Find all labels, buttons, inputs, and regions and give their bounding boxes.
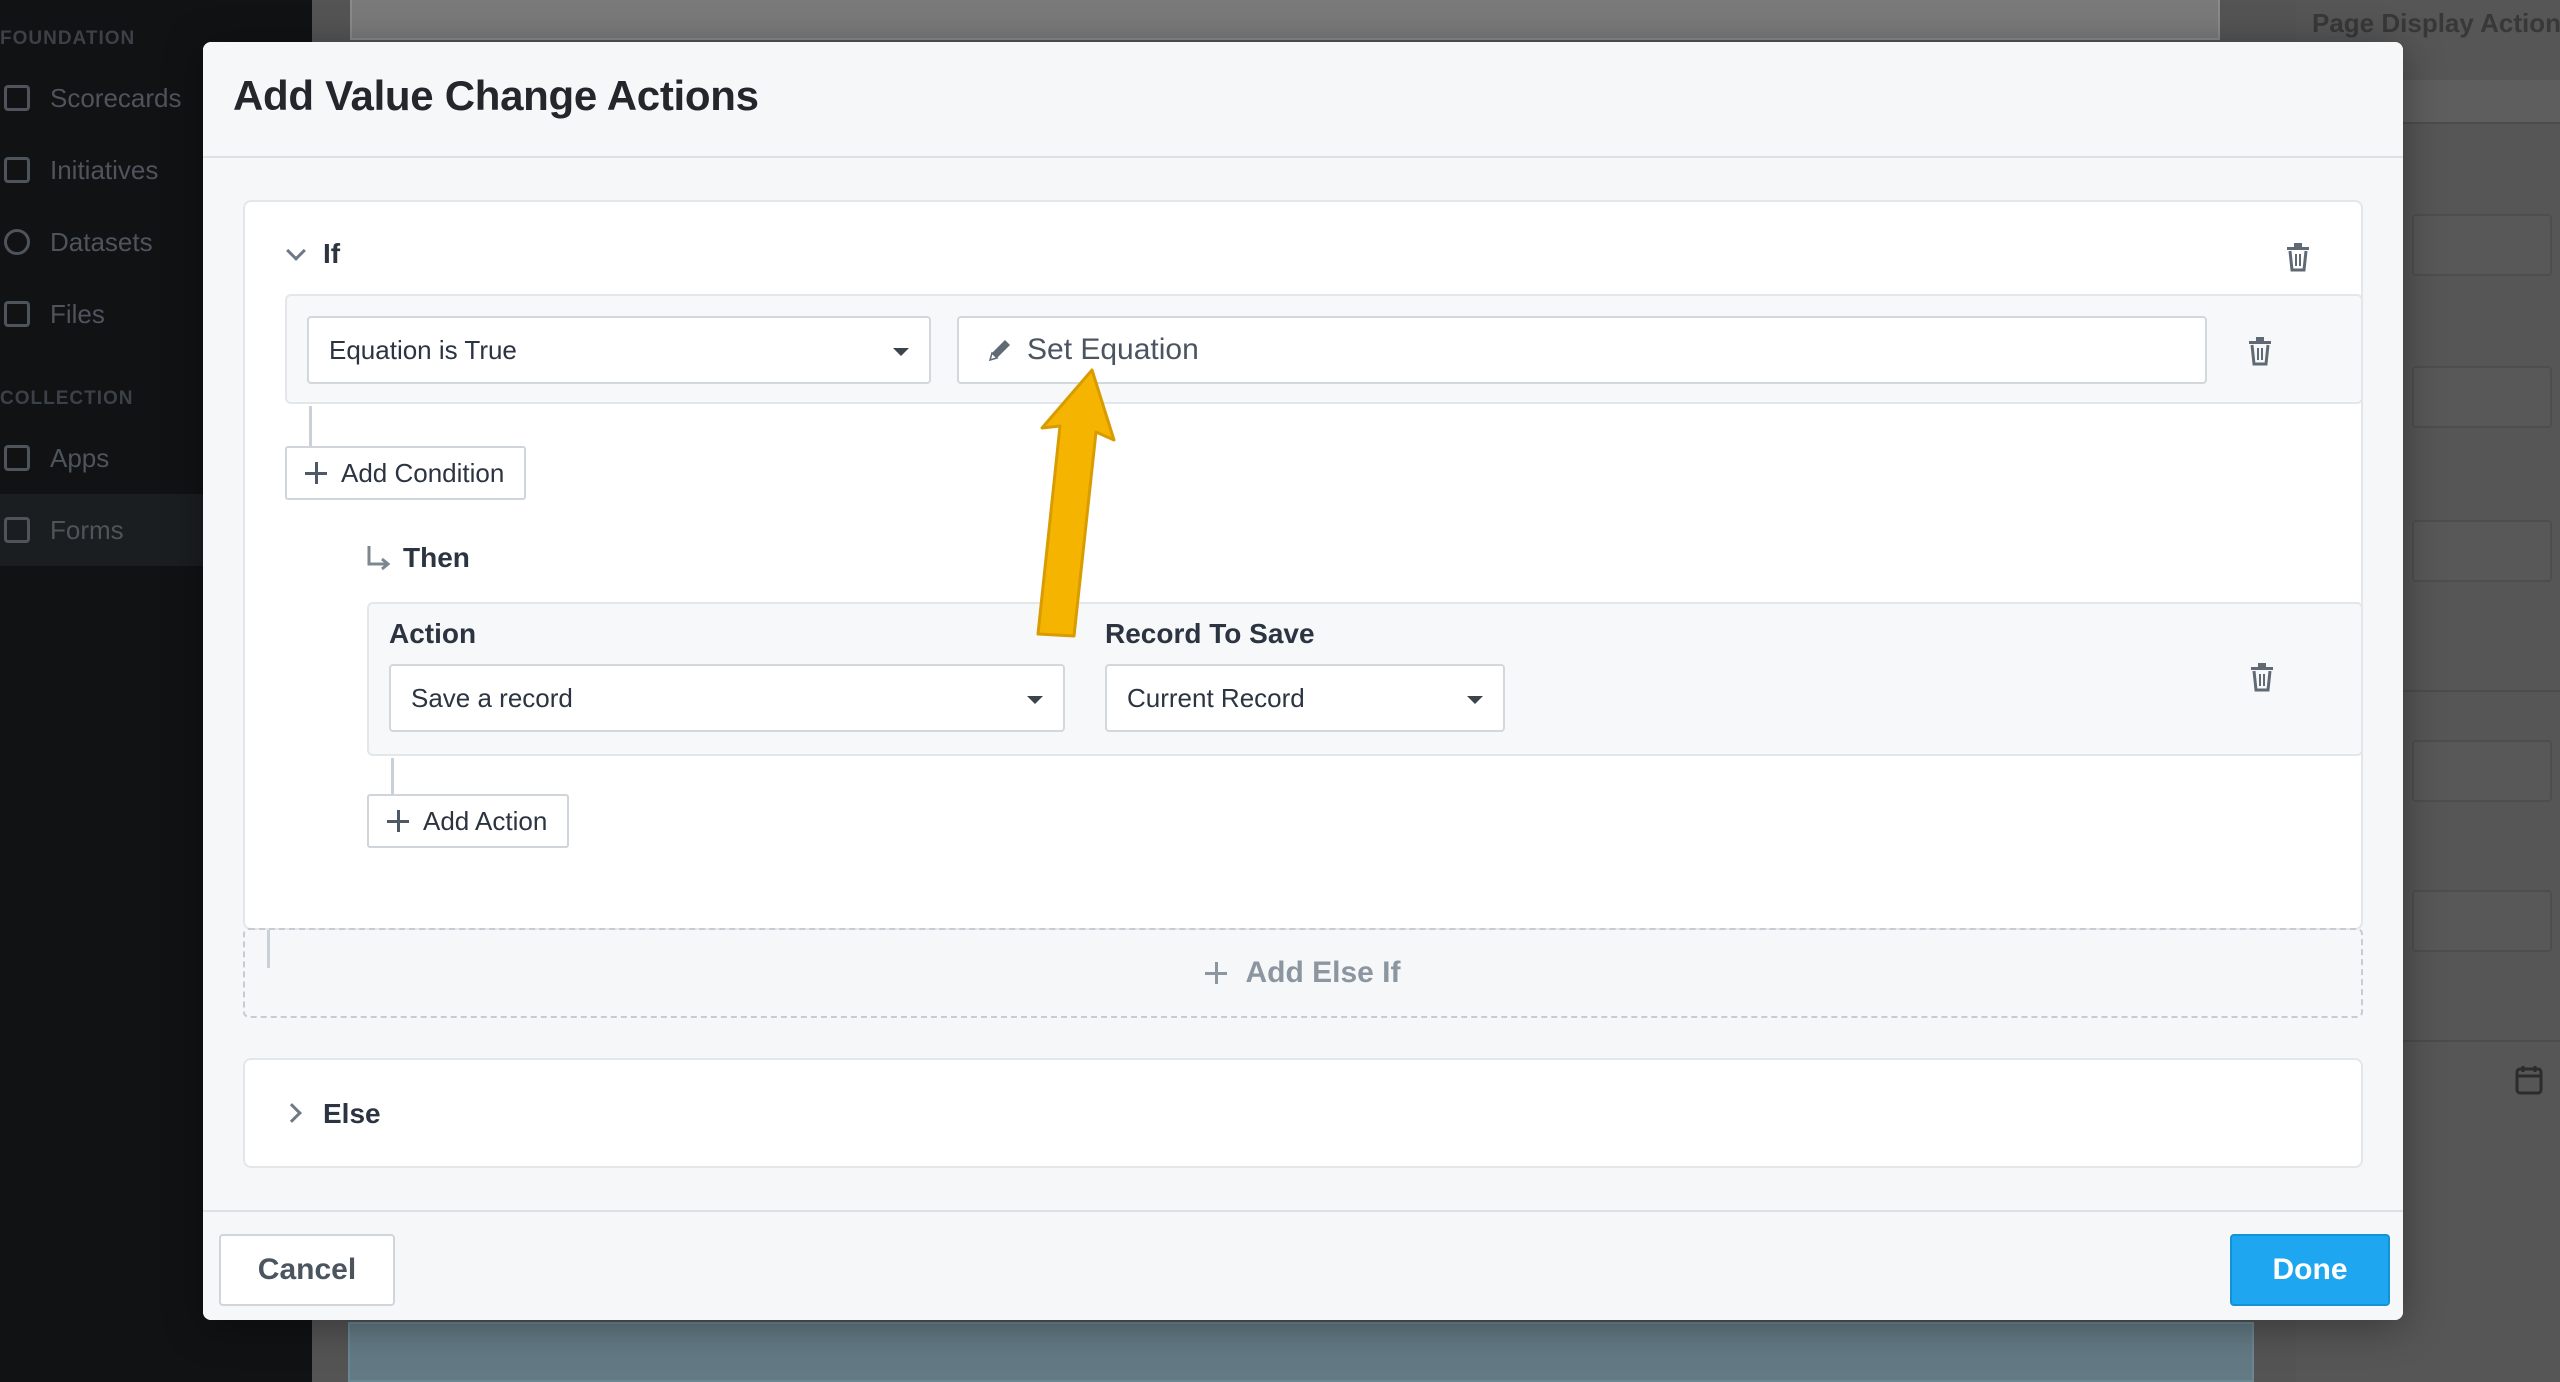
done-button[interactable]: Done <box>2230 1234 2390 1306</box>
modal-header: Add Value Change Actions <box>203 42 2403 158</box>
cube-icon <box>4 229 30 255</box>
sidebar-item-label: Apps <box>50 442 110 473</box>
action-value: Save a record <box>411 682 573 713</box>
caret-down-icon <box>1027 696 1043 704</box>
if-label: If <box>323 238 341 269</box>
record-to-save-label: Record To Save <box>1105 618 1315 649</box>
set-equation-button[interactable]: Set Equation <box>957 316 2207 384</box>
modal-title: Add Value Change Actions <box>233 72 759 119</box>
else-label: Else <box>323 1098 381 1129</box>
cancel-button[interactable]: Cancel <box>219 1234 395 1306</box>
background-card <box>350 0 2220 40</box>
else-block[interactable]: Else <box>243 1058 2363 1168</box>
corner-arrow-icon <box>367 546 391 571</box>
sidebar-section-foundation: FOUNDATION <box>0 28 136 49</box>
right-panel-field[interactable] <box>2412 520 2552 582</box>
trash-icon[interactable] <box>2283 240 2313 272</box>
set-equation-label: Set Equation <box>1027 333 1199 366</box>
file-icon <box>4 301 30 327</box>
plus-icon <box>305 462 327 484</box>
right-panel-field[interactable] <box>2412 366 2552 428</box>
checkbox-icon <box>4 157 30 183</box>
sidebar-section-collection: COLLECTION <box>0 388 134 409</box>
sidebar-item-label: Scorecards <box>50 82 182 113</box>
plus-icon <box>1205 962 1228 984</box>
sidebar-item-label: Initiatives <box>50 154 159 185</box>
sidebar-item-label: Forms <box>50 514 124 545</box>
calendar-icon[interactable] <box>2514 1064 2544 1096</box>
modal-footer: Cancel Done <box>203 1210 2403 1320</box>
add-action-button[interactable]: Add Action <box>367 794 570 848</box>
add-condition-button[interactable]: Add Condition <box>285 446 527 500</box>
action-select[interactable]: Save a record <box>389 664 1065 732</box>
right-panel-field[interactable] <box>2412 740 2552 802</box>
plus-icon <box>387 810 409 832</box>
then-heading: Then <box>365 542 470 574</box>
background-footer-card <box>348 1322 2254 1382</box>
action-row: Action Save a record Record To Save Curr… <box>367 602 2363 756</box>
then-label: Then <box>403 542 470 573</box>
add-condition-label: Add Condition <box>341 457 505 488</box>
add-value-change-actions-modal: Add Value Change Actions If Equation is … <box>203 42 2403 1320</box>
app-icon <box>4 445 30 471</box>
trash-icon[interactable] <box>2247 660 2277 692</box>
caret-down-icon <box>893 348 909 356</box>
if-block: If Equation is True Set Equation Add Con… <box>243 200 2363 930</box>
record-to-save-value: Current Record <box>1127 682 1305 713</box>
caret-down-icon <box>1467 696 1483 704</box>
condition-row: Equation is True Set Equation <box>285 294 2363 404</box>
record-to-save-select[interactable]: Current Record <box>1105 664 1505 732</box>
connector-line <box>309 406 312 448</box>
condition-type-select[interactable]: Equation is True <box>307 316 931 384</box>
chevron-down-icon[interactable] <box>286 241 306 261</box>
pencil-icon <box>988 340 1010 362</box>
action-label: Action <box>389 618 477 649</box>
sidebar-item-label: Files <box>50 298 105 329</box>
trash-icon[interactable] <box>2245 334 2275 366</box>
add-else-if-button[interactable]: Add Else If <box>243 928 2363 1018</box>
right-panel-field[interactable] <box>2412 214 2552 276</box>
grid-icon <box>4 85 30 111</box>
condition-type-value: Equation is True <box>329 334 517 365</box>
add-action-label: Add Action <box>423 805 548 836</box>
connector-line <box>391 758 394 798</box>
form-icon <box>4 517 30 543</box>
right-panel-title: Page Display Actions <box>2312 8 2560 38</box>
add-else-if-label: Add Else If <box>1245 956 1401 989</box>
chevron-right-icon[interactable] <box>282 1103 302 1123</box>
annotation-arrow-icon <box>1036 368 1116 638</box>
sidebar-item-label: Datasets <box>50 226 153 257</box>
right-panel-field[interactable] <box>2412 890 2552 952</box>
